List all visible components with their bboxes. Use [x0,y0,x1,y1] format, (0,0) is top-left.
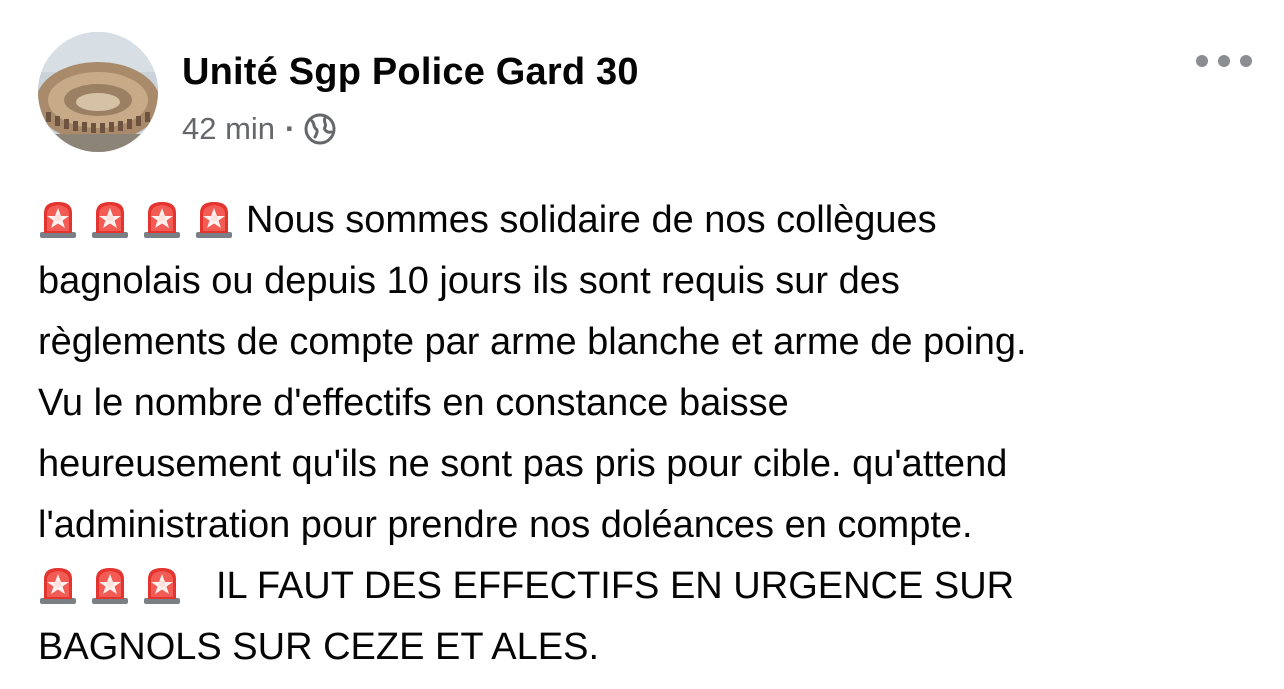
post-timestamp[interactable]: 42 min [182,111,275,147]
arena-photo-icon [38,32,158,152]
post-line-text: IL FAUT DES EFFECTIFS EN URGENCE SUR [216,565,1015,607]
post-line: bagnolais ou depuis 10 jours ils sont re… [38,260,900,302]
post-line: Vu le nombre d'effectifs en constance ba… [38,382,789,424]
more-dot [1240,55,1252,67]
post-body: Nous sommes solidaire de nos collègues b… [38,190,1268,678]
police-siren-emoji-icon [40,568,76,604]
post-line: règlements de compte par arme blanche et… [38,321,1027,363]
police-siren-emoji-icon [144,202,180,238]
post-line: heureusement qu'ils ne sont pas pris pou… [38,443,1008,485]
more-dot [1196,55,1208,67]
post-line: l'administration pour prendre nos doléan… [38,504,973,546]
post-meta: 42 min · [182,111,337,147]
post-line-text: Nous sommes solidaire de nos collègues [246,199,937,241]
police-siren-emoji-icon [40,202,76,238]
post-line: BAGNOLS SUR CEZE ET ALES. [38,626,600,668]
police-siren-emoji-icon [92,202,128,238]
post-paragraph-1: Nous sommes solidaire de nos collègues b… [38,190,1268,556]
more-dot [1218,55,1230,67]
post-line: Nous sommes solidaire de nos collègues [38,190,1268,251]
police-siren-emoji-icon [144,568,180,604]
siren-emoji-group [38,199,246,241]
police-siren-emoji-icon [196,202,232,238]
post-paragraph-2: IL FAUT DES EFFECTIFS EN URGENCE SUR BAG… [38,556,1268,678]
more-options-button[interactable] [1196,50,1252,72]
siren-emoji-group [38,565,194,607]
page-avatar[interactable] [38,32,158,152]
globe-icon [304,113,336,145]
page-name[interactable]: Unité Sgp Police Gard 30 [182,51,639,94]
facebook-post: Unité Sgp Police Gard 30 42 min · Nous s… [0,0,1284,689]
police-siren-emoji-icon [92,568,128,604]
meta-separator: · [285,111,296,146]
post-line: IL FAUT DES EFFECTIFS EN URGENCE SUR [38,556,1268,617]
